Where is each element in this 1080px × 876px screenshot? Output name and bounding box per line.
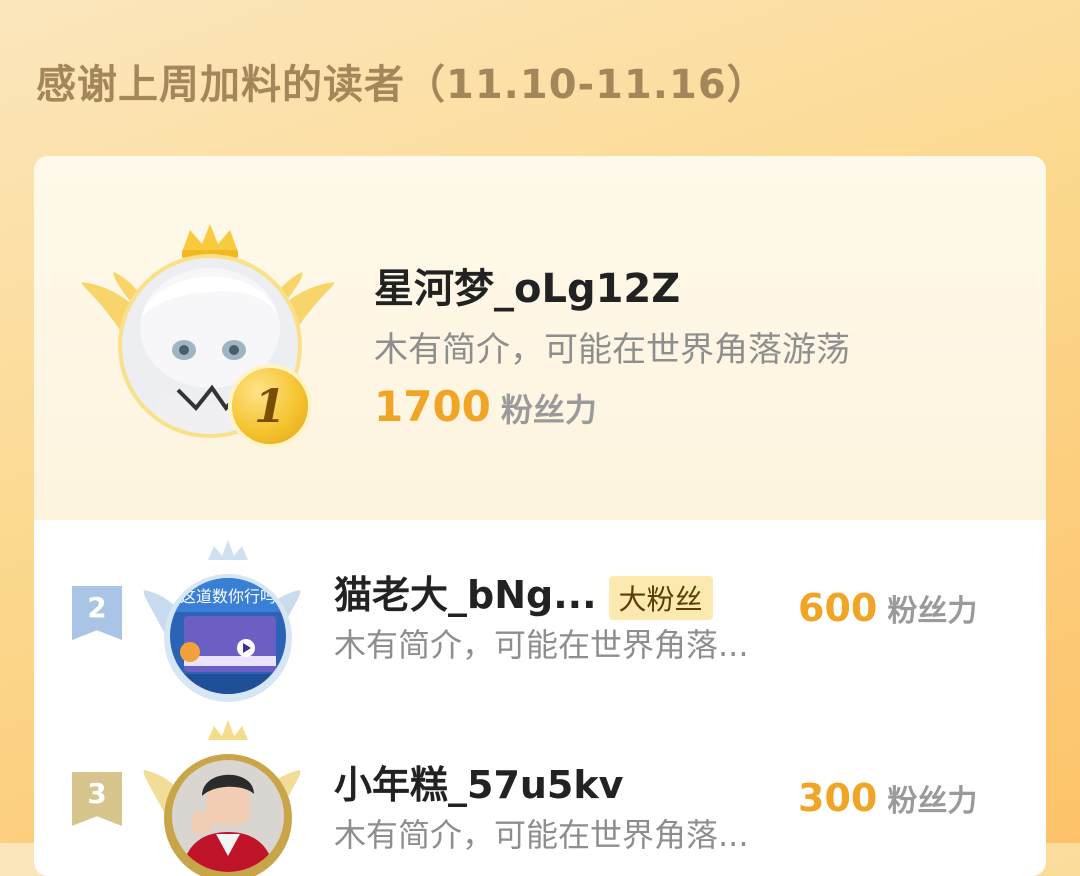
reader-row[interactable]: 2 这道数你行吗 猫老大_bNg... 大粉丝 木有简介，可能在世界角落... … — [34, 520, 1046, 710]
top-reader-avatar-frame: 1 — [78, 216, 338, 456]
rank-flag: 3 — [72, 772, 122, 826]
fan-level-badge: 大粉丝 — [608, 575, 713, 620]
svg-text:这道数你行吗: 这道数你行吗 — [180, 587, 276, 606]
fan-power-value: 300 — [798, 776, 878, 820]
avatar[interactable]: 这道数你行吗 — [170, 578, 286, 694]
reader-bio: 木有简介，可能在世界角落... — [334, 816, 749, 854]
reader-name[interactable]: 星河梦_oLg12Z — [374, 256, 680, 314]
avatar-frame — [142, 712, 302, 876]
reader-bio: 木有简介，可能在世界角落游荡 — [374, 330, 850, 370]
rank-medal: 1 — [228, 364, 312, 448]
avatar[interactable] — [172, 760, 284, 872]
fan-power-stat: 300 粉丝力 — [798, 776, 977, 820]
fan-power-unit: 粉丝力 — [887, 594, 978, 629]
fan-power-unit: 粉丝力 — [887, 784, 978, 819]
reader-bio: 木有简介，可能在世界角落... — [334, 626, 749, 664]
leaderboard-card: 1 星河梦_oLg12Z 木有简介，可能在世界角落游荡 1700 粉丝力 2 这道… — [34, 156, 1046, 876]
reader-name-text: 猫老大_bNg... — [334, 573, 597, 617]
reader-name[interactable]: 猫老大_bNg... 大粉丝 — [334, 564, 713, 620]
rank-flag: 2 — [72, 586, 122, 640]
fan-power-stat: 600 粉丝力 — [798, 586, 977, 630]
fan-power-value: 600 — [798, 586, 878, 630]
avatar-frame: 这道数你行吗 — [142, 532, 302, 702]
reader-name[interactable]: 小年糕_57u5kv — [334, 754, 623, 809]
page-title: 感谢上周加料的读者（11.10-11.16） — [36, 62, 768, 108]
reader-row[interactable]: 3 小年糕_57u5kv 木有简介，可能在世界角落... 300 粉丝力 — [34, 710, 1046, 876]
fan-power-value: 1700 — [374, 382, 491, 431]
fan-power-stat: 1700 粉丝力 — [374, 382, 597, 431]
fan-power-unit: 粉丝力 — [500, 391, 597, 429]
top-reader-entry[interactable]: 1 星河梦_oLg12Z 木有简介，可能在世界角落游荡 1700 粉丝力 — [34, 156, 1046, 520]
